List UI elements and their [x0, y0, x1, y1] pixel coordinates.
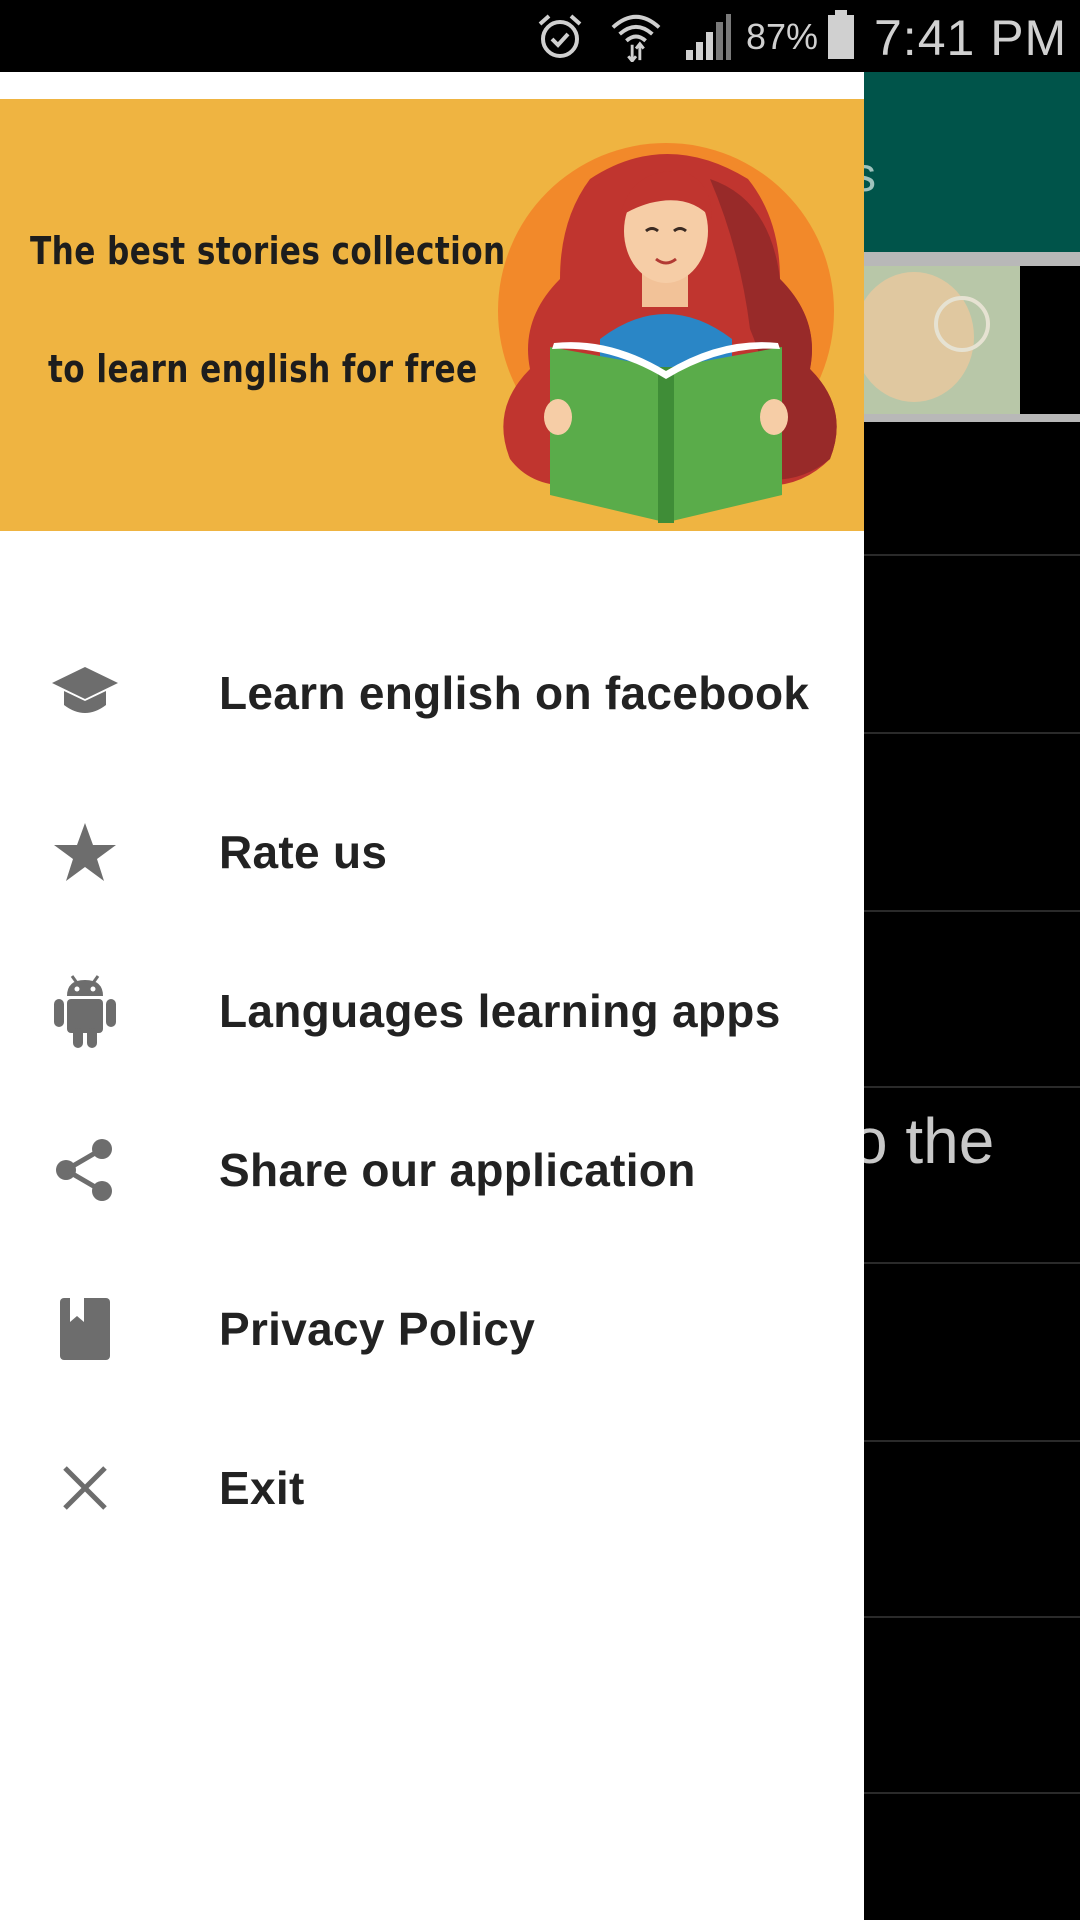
- background-divider: [864, 1262, 1080, 1264]
- menu-item-privacy-policy[interactable]: Privacy Policy: [0, 1249, 864, 1408]
- menu-item-languages-learning-apps[interactable]: Languages learning apps: [0, 931, 864, 1090]
- background-thumbnail-edge: [1020, 266, 1080, 414]
- navigation-drawer: The best stories collection to learn eng…: [0, 72, 864, 1920]
- menu-item-label: Languages learning apps: [219, 984, 781, 1037]
- android-icon: [50, 974, 120, 1048]
- drawer-menu: Learn english on facebook Rate us Langua…: [0, 613, 864, 1567]
- menu-item-learn-on-facebook[interactable]: Learn english on facebook: [0, 613, 864, 772]
- background-divider: [864, 1792, 1080, 1794]
- background-divider: [864, 554, 1080, 556]
- background-divider: [864, 1616, 1080, 1618]
- background-thumbnail: [864, 266, 1020, 414]
- clock: 7:41 PM: [874, 10, 1068, 66]
- close-icon: [50, 1453, 120, 1523]
- menu-item-label: Learn english on facebook: [219, 666, 810, 719]
- book-icon: [50, 1294, 120, 1364]
- header-line-2: to learn english for free: [48, 347, 478, 391]
- background-divider: [864, 910, 1080, 912]
- menu-item-label: Privacy Policy: [219, 1302, 536, 1355]
- wifi-icon: [611, 14, 661, 62]
- drawer-header: The best stories collection to learn eng…: [0, 99, 864, 531]
- star-icon: [50, 817, 120, 887]
- menu-item-label: Share our application: [219, 1143, 696, 1196]
- drawer-top-gap: [0, 72, 864, 99]
- menu-item-exit[interactable]: Exit: [0, 1408, 864, 1567]
- girl-reading-book-illustration: [498, 143, 837, 523]
- graduation-cap-icon: [50, 658, 120, 728]
- share-icon: [50, 1135, 120, 1205]
- background-divider: [864, 1086, 1080, 1088]
- menu-item-share-our-application[interactable]: Share our application: [0, 1090, 864, 1249]
- signal-icon: [686, 14, 731, 60]
- battery-icon: [828, 10, 854, 59]
- background-divider: [864, 1440, 1080, 1442]
- battery-percent: 87%: [746, 16, 819, 57]
- status-bar: 87% 7:41 PM: [0, 0, 1080, 72]
- menu-item-label: Rate us: [219, 825, 388, 878]
- background-text-fragment: o the: [852, 1105, 995, 1177]
- menu-item-label: Exit: [219, 1461, 305, 1514]
- alarm-icon: [538, 14, 582, 58]
- menu-item-rate-us[interactable]: Rate us: [0, 772, 864, 931]
- background-divider: [864, 732, 1080, 734]
- header-line-1: The best stories collection: [30, 229, 506, 273]
